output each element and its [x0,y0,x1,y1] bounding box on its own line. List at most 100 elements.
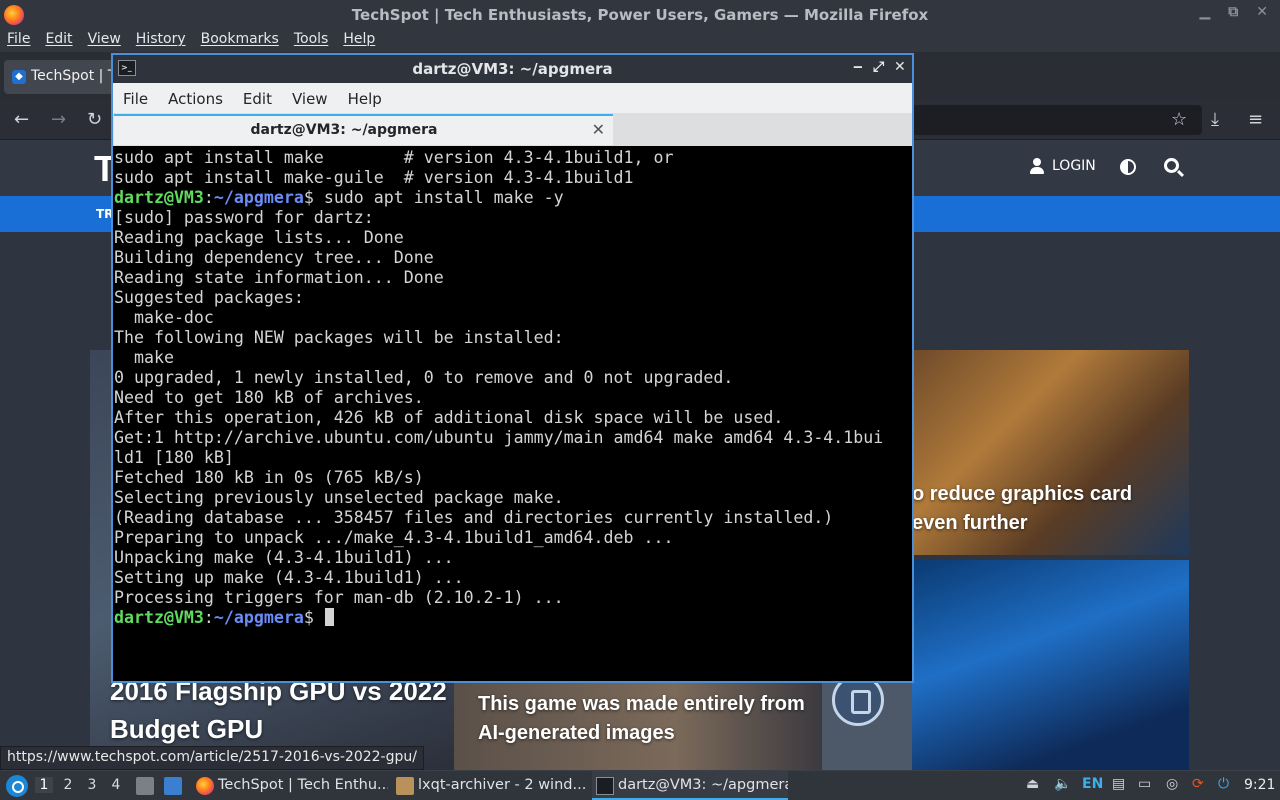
terminal-line: Unpacking make (4.3-4.1build1) ... [114,548,454,567]
close-icon[interactable]: ✕ [1256,4,1268,20]
workspace-1[interactable]: 1 [35,777,53,793]
menu-help[interactable]: Help [336,30,383,52]
screen-icon[interactable]: ▭ [1138,776,1151,792]
terminal-line: Setting up make (4.3-4.1build1) ... [114,568,464,587]
headline-ai-game[interactable]: This game was made entirely from AI-gene… [478,690,808,748]
terminal-tab[interactable]: dartz@VM3: ~/apgmera ✕ [114,114,613,145]
notes-icon[interactable]: ▤ [1112,776,1125,792]
dark-mode-toggle-icon[interactable] [1120,159,1136,175]
prompt-user: dartz@VM3 [114,188,204,207]
terminal-menu-actions[interactable]: Actions [158,83,233,113]
power-icon[interactable]: ⏻ [1218,776,1229,792]
reload-icon[interactable]: ↻ [87,109,102,130]
bookmark-star-icon[interactable]: ☆ [1171,109,1187,130]
prompt-separator: : [203,608,214,627]
minimize-icon[interactable]: ‒ [853,59,863,75]
taskbar-item-terminal[interactable]: dartz@VM3: ~/apgmera [592,771,788,800]
terminal-line: (Reading database ... 358457 files and d… [114,508,834,527]
login-label: LOGIN [1052,158,1096,174]
link-status-bar: https://www.techspot.com/article/2517-20… [0,746,424,770]
prompt-path: ~/apgmera [213,188,304,207]
terminal-line: Suggested packages: [114,288,304,307]
tab-label: TechSpot | T [31,68,117,84]
update-icon[interactable]: ⟳ [1192,776,1204,792]
terminal-line: Processing triggers for man-db (2.10.2-1… [114,588,564,607]
network-icon[interactable]: ◎ [1166,776,1178,792]
maximize-icon[interactable]: ⧉ [1228,4,1238,20]
volume-icon[interactable]: 🔈 [1054,776,1071,792]
terminal-line: [sudo] password for dartz: [114,208,374,227]
terminal-menu-view[interactable]: View [282,83,338,113]
article-card-right-bottom[interactable] [912,560,1189,770]
terminal-title: dartz@VM3: ~/apgmera [412,60,613,78]
tab-techspot[interactable]: ◆ TechSpot | T [4,60,124,94]
terminal-window: >_ dartz@VM3: ~/apgmera ‒ ⤢ ✕ File Actio… [111,53,914,683]
workspace-4[interactable]: 4 [107,777,125,793]
clipboard-icon[interactable]: ⏏ [1026,776,1039,792]
menu-view[interactable]: View [81,30,129,52]
prompt-user: dartz@VM3 [114,608,204,627]
terminal-line: make-doc [114,308,214,327]
headline-gpu[interactable]: 2016 Flagship GPU vs 2022 Budget GPU [110,672,450,748]
terminal-prompt-line: dartz@VM3:~/apgmera$ sudo apt install ma… [114,188,912,208]
back-arrow-icon[interactable]: ← [14,109,29,130]
hamburger-menu-icon[interactable]: ≡ [1248,109,1263,130]
taskbar: 1 2 3 4 TechSpot | Tech Enthu... lxqt-ar… [0,770,1280,800]
headline-graphics-card[interactable]: o reduce graphics card even further [912,480,1172,538]
terminal-titlebar[interactable]: >_ dartz@VM3: ~/apgmera ‒ ⤢ ✕ [113,55,912,83]
url-bar[interactable] [912,105,1202,135]
terminal-line: Reading package lists... Done [114,228,404,247]
prompt-symbol: $ [303,608,324,627]
menu-history[interactable]: History [129,30,194,52]
menu-tools[interactable]: Tools [287,30,337,52]
start-menu-icon[interactable] [6,775,28,797]
terminal-line: After this operation, 426 kB of addition… [114,408,784,427]
close-icon[interactable]: ✕ [894,59,906,75]
prompt-path: ~/apgmera [213,608,304,627]
terminal-menubar: File Actions Edit View Help [113,83,912,113]
terminal-line: make [114,348,174,367]
firefox-titlebar: TechSpot | Tech Enthusiasts, Power Users… [0,0,1280,30]
show-desktop-icon[interactable] [164,777,182,795]
menu-file[interactable]: File [0,30,38,52]
firefox-menubar: File Edit View History Bookmarks Tools H… [0,30,1280,52]
file-manager-icon[interactable] [136,777,154,795]
firefox-icon [196,777,214,795]
maximize-icon[interactable]: ⤢ [873,59,884,75]
terminal-line: The following NEW packages will be insta… [114,328,564,347]
terminal-menu-file[interactable]: File [113,83,158,113]
terminal-line: Preparing to unpack .../make_4.3-4.1buil… [114,528,674,547]
terminal-line: Selecting previously unselected package … [114,488,564,507]
terminal-line: Fetched 180 kB in 0s (765 kB/s) [114,468,424,487]
terminal-line: sudo apt install make-guile # version 4.… [114,168,634,187]
menu-edit[interactable]: Edit [38,30,80,52]
firefox-window-title: TechSpot | Tech Enthusiasts, Power Users… [351,6,929,24]
terminal-menu-edit[interactable]: Edit [233,83,282,113]
workspace-2[interactable]: 2 [59,777,77,793]
prompt-symbol: $ [303,188,324,207]
user-icon [1030,158,1044,174]
terminal-line: Get:1 http://archive.ubuntu.com/ubuntu j… [114,428,884,447]
menu-bookmarks[interactable]: Bookmarks [194,30,287,52]
terminal-line: 0 upgraded, 1 newly installed, 0 to remo… [114,368,734,387]
workspace-3[interactable]: 3 [83,777,101,793]
keyboard-layout[interactable]: EN [1082,776,1103,792]
taskbar-item-label: lxqt-archiver - 2 wind... [418,777,587,793]
archiver-icon [396,777,414,795]
terminal-icon [596,777,614,795]
terminal-menu-help[interactable]: Help [338,83,392,113]
techspot-favicon-icon: ◆ [12,70,26,84]
login-button[interactable]: LOGIN [1030,158,1096,174]
search-icon[interactable] [1164,158,1179,173]
minimize-icon[interactable]: ▁ [1199,4,1210,20]
terminal-output[interactable]: sudo apt install make # version 4.3-4.1b… [113,146,912,681]
downloads-icon[interactable]: ⤓ [1211,109,1219,130]
clock: 9:21 [1244,777,1276,793]
taskbar-item-firefox[interactable]: TechSpot | Tech Enthu... [192,771,388,800]
taskbar-item-archiver[interactable]: lxqt-archiver - 2 wind... [392,771,588,800]
terminal-line: Reading state information... Done [114,268,444,287]
terminal-tabbar: dartz@VM3: ~/apgmera ✕ [113,113,912,146]
text-cursor [324,608,334,626]
forward-arrow-icon[interactable]: → [51,109,66,130]
tab-close-icon[interactable]: ✕ [592,120,605,139]
